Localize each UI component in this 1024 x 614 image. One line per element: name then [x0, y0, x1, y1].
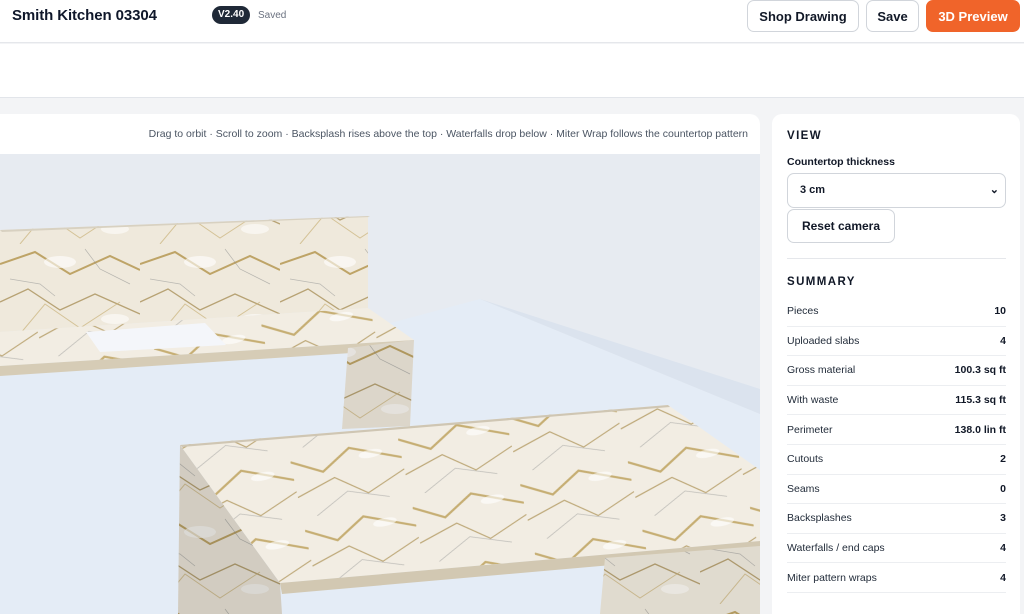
summary-row-pieces: Pieces 10	[787, 297, 1006, 327]
shop-drawing-button[interactable]: Shop Drawing	[747, 0, 859, 32]
summary-row-uploaded-slabs: Uploaded slabs 4	[787, 327, 1006, 357]
summary-label: Pieces	[787, 305, 819, 318]
summary-value: 0	[1000, 482, 1006, 495]
summary-label: Perimeter	[787, 423, 833, 436]
top-bar: Smith Kitchen 03304 V2.40 Saved Shop Dra…	[0, 0, 1024, 43]
summary-label: Seams	[787, 482, 820, 495]
summary-row-backsplashes: Backsplashes 3	[787, 504, 1006, 534]
summary-row-cutouts: Cutouts 2	[787, 445, 1006, 475]
summary-table: Pieces 10 Uploaded slabs 4 Gross materia…	[787, 297, 1006, 593]
summary-value: 2	[1000, 453, 1006, 466]
version-badge: V2.40	[212, 6, 251, 24]
summary-label: Gross material	[787, 364, 856, 377]
viewport-hint: Drag to orbit · Scroll to zoom · Backspl…	[0, 114, 760, 154]
chevron-down-icon: ⌄	[989, 184, 999, 196]
countertop-thickness-label: Countertop thickness	[787, 156, 895, 168]
summary-row-waterfalls: Waterfalls / end caps 4	[787, 534, 1006, 564]
section-divider	[787, 258, 1006, 259]
summary-value: 4	[1000, 334, 1006, 347]
summary-section-title: SUMMARY	[787, 276, 856, 288]
summary-row-perimeter: Perimeter 138.0 lin ft	[787, 415, 1006, 445]
save-button[interactable]: Save	[866, 0, 919, 32]
toolbar-strip	[0, 44, 1024, 98]
summary-label: With waste	[787, 394, 839, 407]
countertop-3d-scene[interactable]	[0, 154, 760, 614]
summary-label: Backsplashes	[787, 512, 852, 525]
summary-value: 4	[1000, 571, 1006, 584]
summary-value: 138.0 lin ft	[954, 423, 1006, 436]
summary-label: Waterfalls / end caps	[787, 542, 885, 555]
properties-panel: VIEW Countertop thickness 3 cm ⌄ Reset c…	[772, 114, 1020, 614]
project-title: Smith Kitchen 03304	[12, 7, 157, 24]
save-status: Saved	[258, 10, 287, 21]
countertop-thickness-value: 3 cm	[800, 184, 826, 196]
countertop-thickness-select[interactable]: 3 cm ⌄	[787, 173, 1006, 208]
summary-value: 100.3 sq ft	[954, 364, 1006, 377]
3d-viewport[interactable]: Drag to orbit · Scroll to zoom · Backspl…	[0, 114, 760, 614]
back-waterfall-shade	[342, 340, 414, 429]
summary-value: 115.3 sq ft	[955, 394, 1006, 407]
view-section-title: VIEW	[787, 130, 822, 142]
summary-row-miter-wraps: Miter pattern wraps 4	[787, 563, 1006, 593]
3d-preview-button[interactable]: 3D Preview	[926, 0, 1020, 32]
summary-label: Miter pattern wraps	[787, 571, 877, 584]
summary-row-seams: Seams 0	[787, 475, 1006, 505]
summary-label: Uploaded slabs	[787, 334, 860, 347]
summary-label: Cutouts	[787, 453, 824, 466]
summary-value: 3	[1000, 512, 1006, 525]
summary-row-with-waste: With waste 115.3 sq ft	[787, 386, 1006, 416]
reset-camera-button[interactable]: Reset camera	[787, 209, 895, 243]
summary-value: 10	[994, 305, 1006, 318]
summary-value: 4	[1000, 542, 1006, 555]
summary-row-gross-material: Gross material 100.3 sq ft	[787, 356, 1006, 386]
